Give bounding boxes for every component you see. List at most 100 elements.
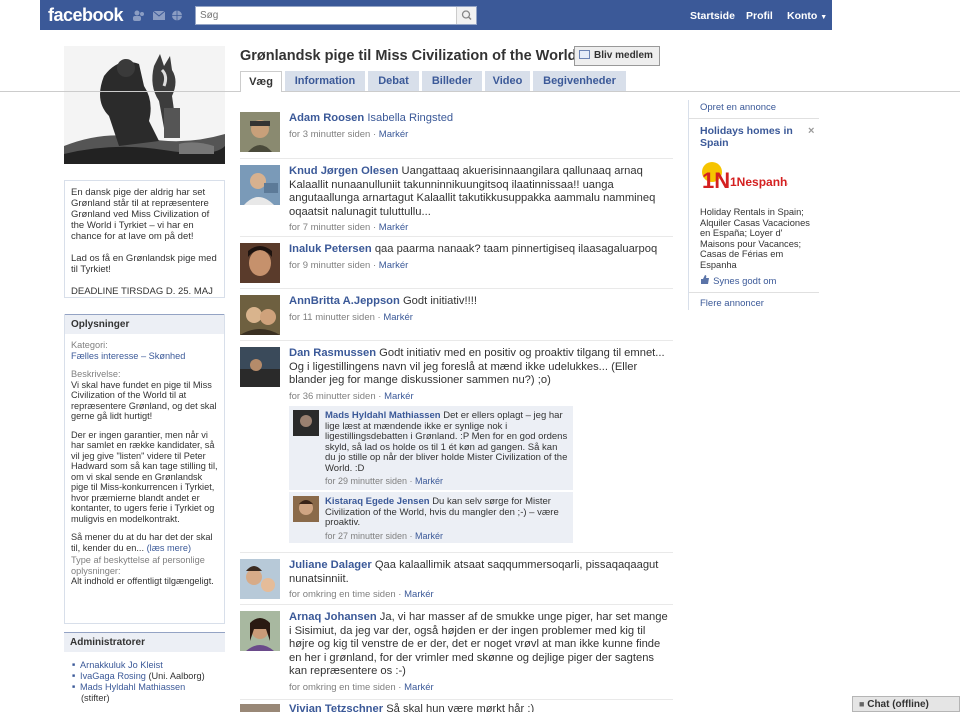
admin-item: Mads Hyldahl Mathiassen(stifter): [72, 682, 219, 704]
post-text: Så skal hun være mørkt hår :): [386, 703, 535, 712]
post-avatar[interactable]: [240, 347, 280, 387]
admin-link[interactable]: IvaGaga Rosing: [80, 671, 146, 681]
post-avatar[interactable]: [240, 295, 280, 335]
group-profile-picture[interactable]: [64, 46, 225, 164]
avatar: [240, 243, 280, 283]
read-more-link[interactable]: (læs mere): [147, 543, 191, 553]
admins-box: Administratorer Arnakkuluk Jo Kleist Iva…: [64, 632, 225, 704]
ad-title[interactable]: Holidays homes in Spain: [700, 125, 800, 149]
comment-avatar[interactable]: [293, 410, 319, 436]
post-target-link[interactable]: Isabella Ringsted: [367, 112, 453, 124]
post-author-link[interactable]: Arnaq Johansen: [289, 611, 377, 623]
comment-author-link[interactable]: Mads Hyldahl Mathiassen: [325, 410, 441, 421]
join-group-button[interactable]: Bliv medlem: [574, 46, 660, 66]
top-bar: facebook Startside Profil Konto ▼: [0, 0, 960, 30]
wall-post: Adam Roosen Isabella Ringsted for 3 minu…: [240, 104, 673, 159]
post-time: for 11 minutter siden: [289, 311, 375, 323]
post-time: for 9 minutter siden: [289, 259, 371, 271]
mark-link[interactable]: Markér: [415, 531, 443, 541]
more-ads-link[interactable]: Flere annoncer: [700, 298, 764, 309]
ad-like[interactable]: Synes godt om: [700, 275, 776, 287]
post-author-link[interactable]: Inaluk Petersen: [289, 243, 372, 255]
group-about-box: En dansk pige der aldrig har set Grønlan…: [64, 180, 225, 298]
wall-post: Vivian Tetzschner Så skal hun være mørkt…: [240, 699, 673, 712]
ad-body: Holiday Rentals in Spain; Alquiler Casas…: [700, 207, 810, 270]
admin-link[interactable]: Arnakkuluk Jo Kleist: [80, 660, 163, 670]
comment-time: for 27 minutter siden: [325, 530, 408, 541]
mark-link[interactable]: Markér: [379, 222, 409, 233]
close-ad-icon[interactable]: ×: [808, 125, 814, 137]
comment-author-link[interactable]: Kistaraq Egede Jensen: [325, 496, 430, 507]
tab-wall[interactable]: Væg: [240, 71, 282, 92]
comment-time: for 29 minutter siden: [325, 476, 408, 486]
tab-discussion[interactable]: Debat: [368, 71, 419, 91]
admin-item: Arnakkuluk Jo Kleist: [72, 660, 219, 671]
mark-link[interactable]: Markér: [384, 391, 414, 402]
comment-text: Det er ellers oplagt – jeg har lige læst…: [325, 410, 568, 474]
nav-account-link[interactable]: Konto ▼: [787, 10, 827, 22]
description-text-1: Vi skal have fundet en pige til Miss Civ…: [71, 379, 217, 422]
friend-requests-icon[interactable]: [132, 10, 146, 21]
nav-account-label: Konto: [787, 10, 818, 22]
tab-photos[interactable]: Billeder: [422, 71, 482, 91]
mark-link[interactable]: Markér: [404, 682, 434, 693]
wall-post: Juliane Dalager Qaa kalaallimik atsaat s…: [240, 552, 673, 604]
admins-list: Arnakkuluk Jo Kleist IvaGaga Rosing (Uni…: [64, 652, 225, 704]
post-author-link[interactable]: Knud Jørgen Olesen: [289, 165, 398, 177]
post-author-link[interactable]: AnnBritta A.Jeppson: [289, 295, 400, 307]
ad-image[interactable]: 1N 1Nespanha.com: [700, 158, 822, 198]
tab-video[interactable]: Video: [485, 71, 530, 91]
nav-home-link[interactable]: Startside: [690, 10, 735, 22]
avatar: [240, 295, 280, 335]
post-author-link[interactable]: Dan Rasmussen: [289, 347, 376, 359]
tab-information[interactable]: Information: [285, 71, 365, 91]
post-time: for 3 minutter siden: [289, 128, 371, 140]
facebook-logo[interactable]: facebook: [48, 5, 124, 26]
wall-post: Inaluk Petersen qaa paarma nanaak? taam …: [240, 236, 673, 292]
mark-link[interactable]: Markér: [379, 260, 409, 271]
avatar: [240, 165, 280, 205]
post-text: qaa paarma nanaak? taam pinnertigiseq il…: [374, 243, 658, 255]
post-avatar[interactable]: [240, 165, 280, 205]
post-author-link[interactable]: Vivian Tetzschner: [289, 703, 383, 712]
admin-link[interactable]: Mads Hyldahl Mathiassen: [80, 682, 185, 692]
post-author-link[interactable]: Juliane Dalager: [289, 559, 372, 571]
search-input[interactable]: [196, 7, 436, 24]
avatar: [240, 559, 280, 599]
tab-divider: [0, 91, 960, 92]
ad-like-link[interactable]: Synes godt om: [713, 276, 776, 287]
admin-item: IvaGaga Rosing (Uni. Aalborg): [72, 671, 219, 682]
chat-bar[interactable]: ■ Chat (offline): [852, 696, 960, 712]
mark-link[interactable]: Markér: [383, 312, 413, 323]
category-link[interactable]: Fælles interesse – Skønhed: [71, 351, 218, 362]
messages-icon[interactable]: [152, 10, 166, 21]
avatar: [240, 611, 280, 651]
post-time: for omkring en time siden: [289, 589, 396, 600]
avatar: [293, 496, 319, 522]
description-text-3-body: Så mener du at du har det der skal til, …: [71, 532, 213, 553]
about-text-2: Lad os få en Grønlandsk pige med til Tyr…: [71, 253, 217, 275]
category-label: Kategori:: [71, 340, 108, 350]
description-text-3: Så mener du at du har det der skal til, …: [71, 532, 218, 553]
notifications-globe-icon[interactable]: [170, 10, 184, 21]
post-author-link[interactable]: Adam Roosen: [289, 112, 364, 124]
page-title: Grønlandsk pige til Miss Civilization of…: [240, 48, 577, 64]
post-avatar[interactable]: [240, 112, 280, 152]
ads-column: Opret en annonce Holidays homes in Spain…: [688, 100, 822, 310]
search-button[interactable]: [456, 7, 476, 24]
tab-events[interactable]: Begivenheder: [533, 71, 626, 91]
post-time: for 7 minutter siden: [289, 222, 371, 233]
search-box[interactable]: [195, 6, 477, 25]
thumbs-up-icon: [701, 275, 709, 284]
create-ad-link[interactable]: Opret en annonce: [700, 102, 776, 113]
top-bar-blue: facebook Startside Profil Konto ▼: [40, 0, 832, 30]
nav-profile-link[interactable]: Profil: [746, 10, 773, 22]
mark-link[interactable]: Markér: [415, 476, 443, 486]
post-avatar[interactable]: [240, 559, 280, 599]
mark-link[interactable]: Markér: [379, 129, 409, 140]
comment-avatar[interactable]: [293, 496, 319, 522]
post-avatar[interactable]: [240, 611, 280, 651]
post-avatar[interactable]: [240, 243, 280, 283]
mark-link[interactable]: Markér: [404, 589, 434, 600]
post-avatar[interactable]: [240, 704, 280, 712]
